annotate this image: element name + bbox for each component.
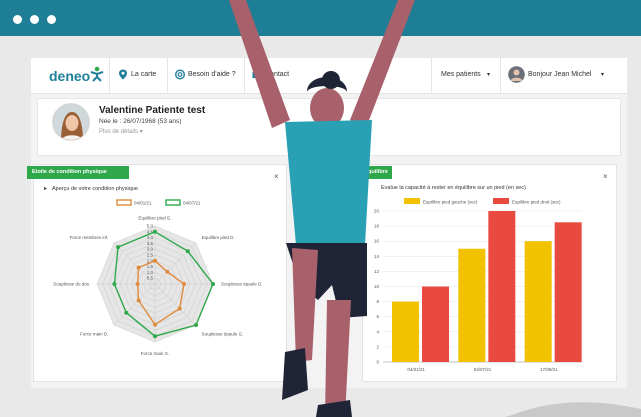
radar-subtitle: Aperçu de votre condition physique [52, 186, 138, 192]
legend-label: 04/07/21 [183, 201, 201, 206]
bar-y-tick-label: 20 [374, 209, 380, 214]
bar-y-tick-label: 10 [374, 284, 380, 289]
radar-point [211, 282, 215, 286]
legend-label: 04/01/21 [134, 201, 152, 206]
radar-tick-label: 3.0 [147, 247, 154, 252]
radar-point [135, 282, 140, 286]
radar-tick-label: 4.0 [147, 235, 154, 240]
radar-axis-label: Force main D. [80, 332, 108, 337]
radar-axis-label: Souplesse épaule D. [221, 282, 263, 287]
bar [422, 286, 449, 362]
bar [392, 301, 419, 362]
radar-axis-label: Force membres inf. [70, 235, 109, 240]
bar [488, 211, 516, 362]
radar-axis-label: Equilibre pied D. [202, 235, 235, 240]
radar-point [153, 334, 157, 339]
radar-chart: 5.04.54.03.53.02.52.01.51.00.5Equilibre … [53, 216, 262, 357]
bar-y-tick-label: 6 [376, 314, 379, 319]
radar-axis-label: Force main G. [141, 351, 170, 356]
legend-swatch [165, 199, 181, 206]
legend-swatch [493, 198, 509, 204]
radar-point [116, 245, 121, 250]
radar-point [136, 265, 141, 270]
bar [458, 248, 486, 362]
radar-tick-label: 1.5 [147, 264, 154, 269]
radar-tick-label: 5.0 [147, 224, 154, 229]
radar-point [153, 229, 157, 234]
bar-y-tick-label: 18 [374, 224, 380, 229]
bar-y-tick-label: 12 [374, 269, 380, 274]
radar-point [182, 282, 186, 286]
bar-chart: 0 2 4 6 8 10 12 14 16 18 20 04/01/21 04/07/21 17/09/2… [374, 209, 582, 372]
bar-y-tick-label: 4 [376, 329, 379, 334]
radar-axis-label: Equilibre pied G. [138, 216, 171, 221]
balance-subtitle: Evalue la capacité à rester en équilibre… [381, 185, 526, 191]
radar-point [124, 310, 129, 315]
bar-y-tick-label: 0 [376, 360, 379, 365]
radar-point [185, 249, 190, 254]
bar [524, 241, 552, 362]
legend-swatch [116, 199, 132, 206]
bar-legend: Equilibre pied gauche (sec) Equilibre pie… [404, 198, 561, 205]
radar-point [177, 306, 182, 311]
radar-legend: 04/01/21 04/07/21 [116, 199, 201, 206]
radar-tick-label: 2.5 [147, 253, 154, 258]
radar-point [136, 298, 141, 303]
bar-y-tick-label: 2 [376, 344, 379, 349]
radar-tick-label: 0.5 [147, 276, 154, 281]
bar-y-tick-label: 14 [374, 254, 380, 259]
legend-swatch [404, 198, 420, 204]
legend-label: Equilibre pied droit (sec) [512, 200, 561, 205]
bar-x-tick-label: 04/01/21 [407, 367, 425, 372]
charts-layer: ▸ Aperçu de votre condition physique 04/… [44, 185, 582, 372]
collapse-arrow-icon[interactable]: ▸ [44, 186, 47, 192]
legend-label: Equilibre pied gauche (sec) [423, 200, 478, 205]
bar-y-tick-label: 8 [376, 299, 379, 304]
radar-point [112, 282, 117, 286]
bar-y-tick-label: 16 [374, 239, 380, 244]
radar-tick-label: 3.5 [147, 241, 154, 246]
radar-axis-label: Souplesse épaule G. [202, 332, 244, 337]
bar [554, 222, 582, 362]
bar-x-tick-label: 17/09/21 [540, 367, 558, 372]
radar-point [153, 258, 157, 263]
radar-point [194, 323, 199, 328]
radar-axis-label: Souplesse du dos [53, 282, 90, 287]
radar-point [165, 269, 170, 274]
radar-tick-label: 1.0 [147, 270, 154, 275]
bar-x-tick-label: 04/07/21 [474, 367, 492, 372]
radar-point [153, 322, 157, 327]
